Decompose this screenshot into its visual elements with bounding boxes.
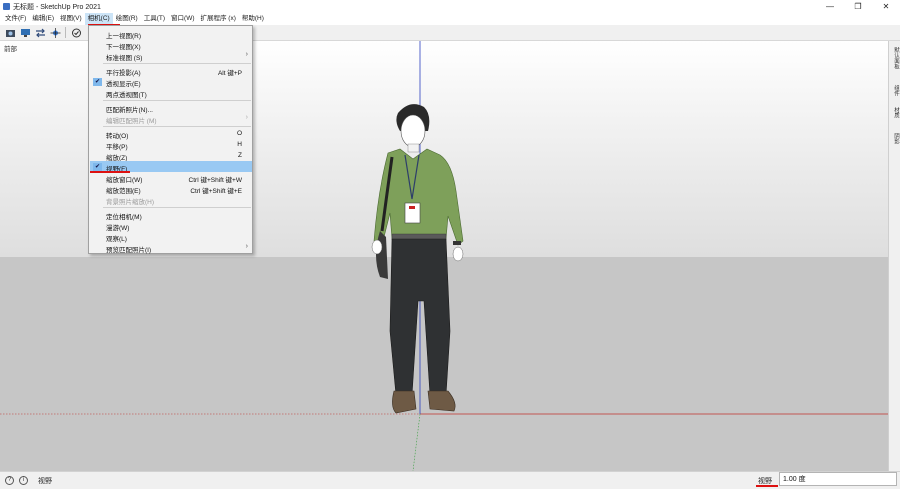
menu-item-parallel-projection[interactable]: 平行投影(A) Alt 键+P [90, 65, 252, 77]
annotation-underline-measurements [756, 485, 778, 487]
menu-item-match-new-photo[interactable]: 匹配新照片(N)... [90, 102, 252, 114]
menu-item-position-camera[interactable]: 定位相机(M) [90, 209, 252, 221]
menu-item-zoom-window[interactable]: 缩放窗口(W) Ctrl 键+Shift 键+W [90, 172, 252, 184]
close-button[interactable]: ✕ [872, 0, 900, 13]
menu-bar: 文件(F) 编辑(E) 视图(V) 相机(C) 绘图(R) 工具(T) 窗口(W… [0, 13, 900, 25]
info-icon[interactable]: i [19, 476, 28, 485]
submenu-arrow-icon: › [245, 243, 248, 250]
figure-face [400, 114, 426, 148]
figure-badge-mark [409, 206, 415, 209]
menu-separator [103, 63, 251, 64]
status-message: 视野 [38, 478, 52, 485]
figure-neck [407, 143, 420, 153]
menu-item-pan[interactable]: 平移(P) H [90, 139, 252, 151]
menu-item-two-point-perspective[interactable]: 两点透视图(T) [90, 87, 252, 99]
menu-view[interactable]: 视图(V) [57, 13, 85, 25]
menu-item-next-view[interactable]: 下一视图(X) [90, 39, 252, 51]
menu-separator [103, 126, 251, 127]
menu-separator [103, 100, 251, 101]
submenu-arrow-icon: › [245, 114, 248, 121]
measurements-input[interactable] [779, 472, 897, 486]
tray-tab-default[interactable]: 默认面板 [890, 47, 900, 69]
annotation-underline-field-of-view [90, 171, 130, 173]
camera-menu-dropdown: 上一视图(R) 下一视图(X) 标准视图 (S) › 平行投影(A) Alt 键… [88, 25, 253, 254]
menu-item-zoom[interactable]: 缩放(Z) Z [90, 150, 252, 162]
menu-item-zoom-to-photo: 背景照片缩放(H) [106, 199, 155, 206]
window-controls: — ❐ ✕ [816, 0, 900, 13]
toolbar-separator [65, 27, 66, 38]
menu-separator [103, 207, 251, 208]
figure-right-shoe [427, 390, 456, 412]
figure-left-hand [371, 239, 383, 255]
menu-help[interactable]: 帮助(H) [239, 13, 267, 25]
figure-right-hand [452, 246, 464, 262]
menu-extensions[interactable]: 扩展程序 (x) [198, 13, 239, 25]
menu-item-perspective[interactable]: ✔ 透视显示(E) [90, 76, 252, 88]
submenu-arrow-icon: › [245, 51, 248, 58]
tray-tab-shadows[interactable]: 阴影 [890, 133, 900, 144]
window-title: 无标题 - SketchUp Pro 2021 [13, 3, 101, 11]
menu-item-standard-views[interactable]: 标准视图 (S) › [90, 50, 252, 62]
menu-window[interactable]: 窗口(W) [168, 13, 197, 25]
minimize-button[interactable]: — [816, 0, 844, 13]
title-bar: 无标题 - SketchUp Pro 2021 — ❐ ✕ [0, 0, 900, 13]
figure-trousers [389, 238, 451, 396]
menu-item-look-around[interactable]: 观察(L) [90, 231, 252, 243]
menu-item-orbit[interactable]: 转动(O) O [90, 128, 252, 140]
figure-left-shoe [392, 390, 417, 414]
camera-icon[interactable] [4, 27, 16, 39]
tray-tab-components[interactable]: 组件 [890, 85, 900, 96]
menu-tools[interactable]: 工具(T) [141, 13, 168, 25]
menu-item-edit-matched-photo: 编辑匹配照片 (M) › [106, 114, 248, 125]
menu-item-walk[interactable]: 漫游(W) [90, 220, 252, 232]
help-icon[interactable]: ? [5, 476, 14, 485]
arrows-icon[interactable] [34, 27, 46, 39]
maximize-button[interactable]: ❐ [844, 0, 872, 13]
menu-item-preview-matched-photo[interactable]: 预览匹配照片(I) › [90, 242, 252, 254]
figure-watch [453, 241, 461, 245]
check-circle-icon[interactable] [70, 27, 82, 39]
menu-edit[interactable]: 编辑(E) [29, 13, 57, 25]
tray-tab-materials[interactable]: 材质 [890, 107, 900, 118]
default-tray: 默认面板 组件 材质 阴影 [888, 41, 900, 471]
menu-file[interactable]: 文件(F) [2, 13, 29, 25]
menu-item-zoom-extents[interactable]: 缩放范围(E) Ctrl 键+Shift 键+E [90, 183, 252, 195]
monitor-icon[interactable] [19, 27, 31, 39]
menu-item-previous-view[interactable]: 上一视图(R) [90, 28, 252, 40]
sketchup-app-icon [3, 3, 10, 10]
checkmark-icon: ✔ [93, 78, 102, 86]
sparkle-icon[interactable] [49, 27, 61, 39]
checkmark-icon: ✔ [93, 163, 102, 171]
